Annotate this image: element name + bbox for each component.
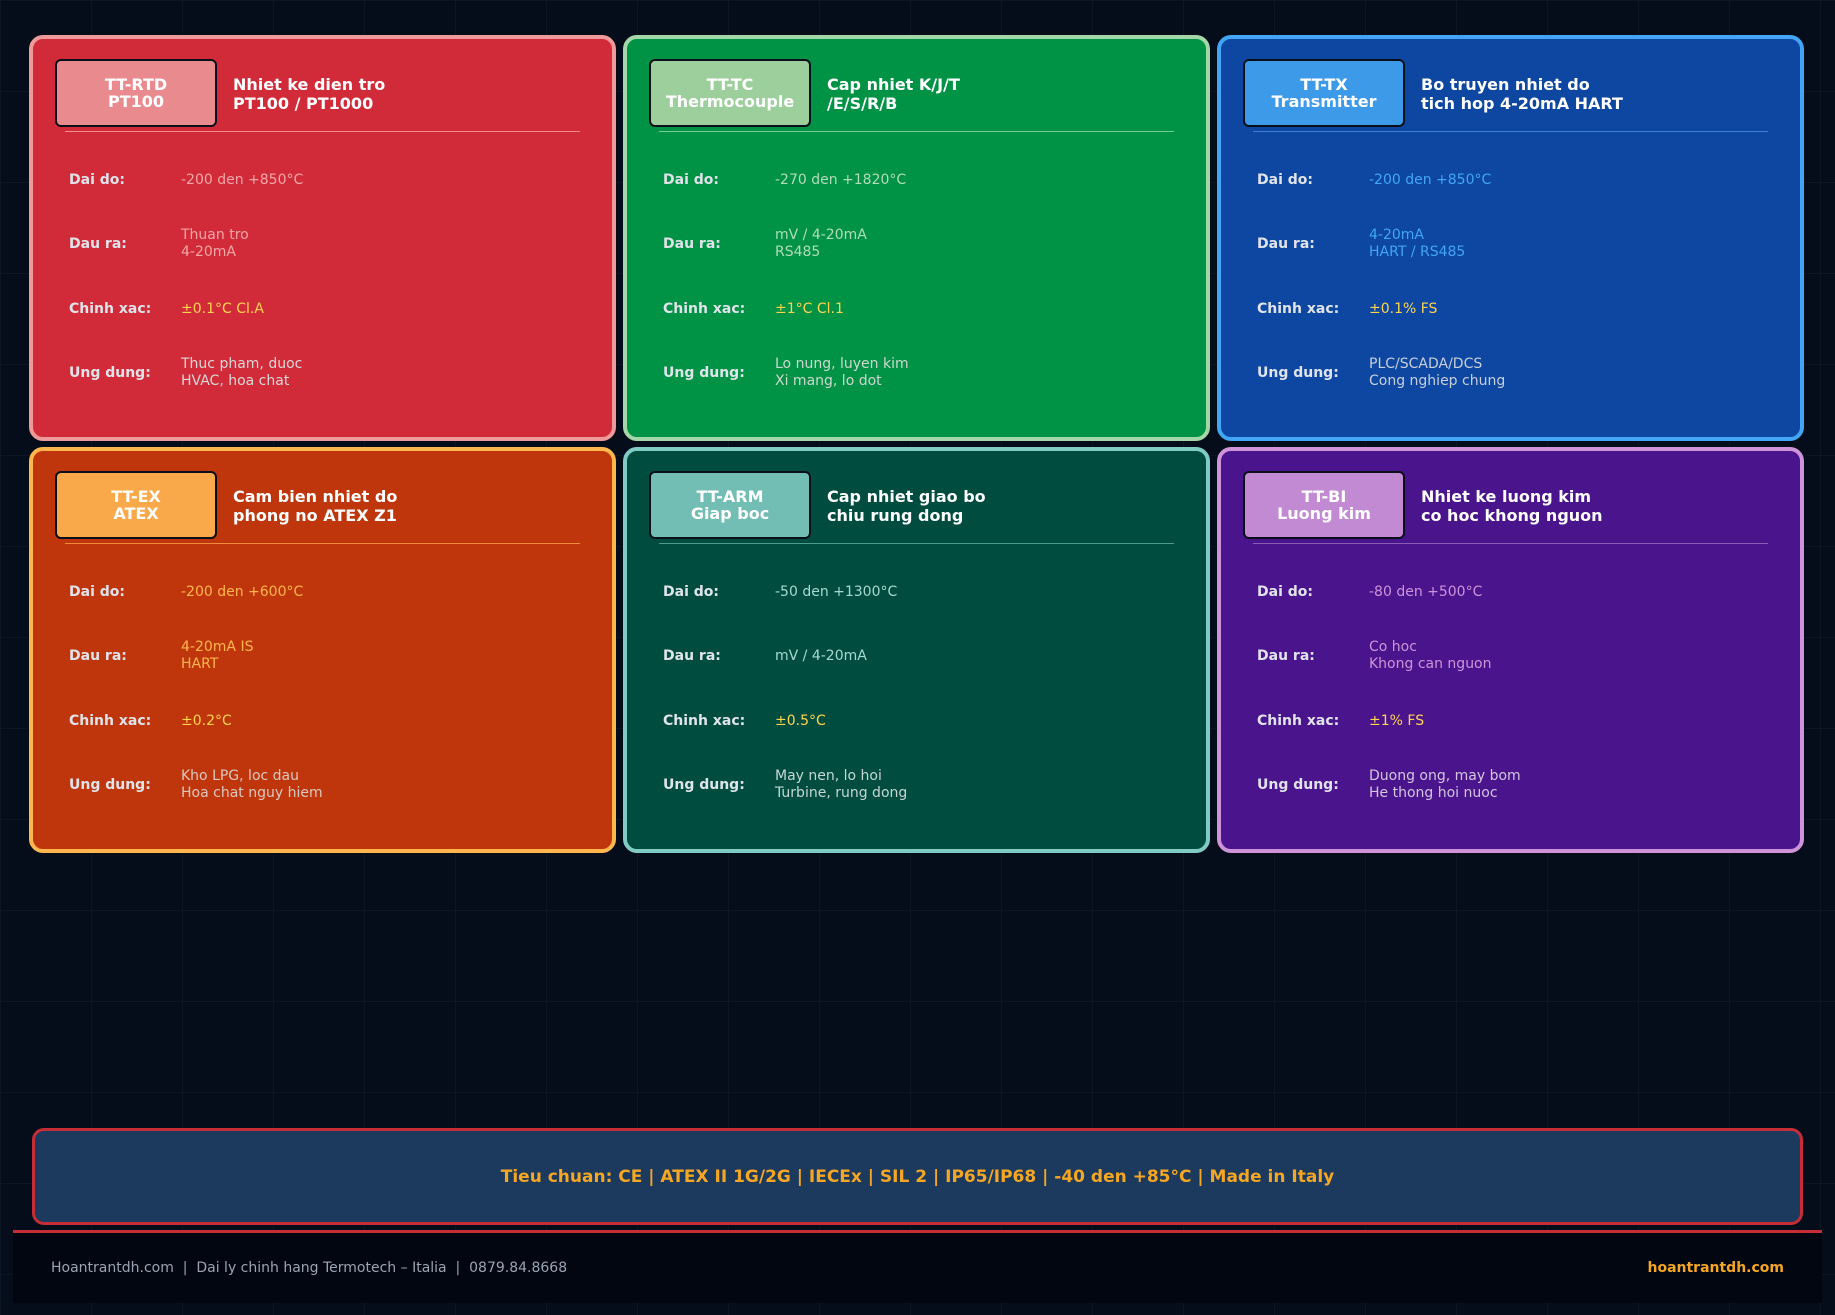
product-code: TT-ARM — [696, 487, 764, 506]
product-type: Transmitter — [1271, 92, 1377, 111]
spec-row-range: Dai do: -270 den +1820°C — [663, 171, 907, 189]
spec-value: -200 den +850°C — [1369, 171, 1492, 188]
spec-value: Co hoc Khong can nguon — [1369, 639, 1492, 672]
product-type: PT100 — [107, 92, 165, 111]
spec-value: Thuan tro 4-20mA — [181, 227, 249, 260]
spec-row-accuracy: Chinh xac: ±0.5°C — [663, 712, 826, 730]
spec-value: 4-20mA HART / RS485 — [1369, 227, 1466, 260]
spec-row-accuracy: Chinh xac: ±0.1°C Cl.A — [69, 300, 264, 318]
spec-value: ±0.5°C — [775, 712, 826, 729]
product-card-tc: TT-TC Thermocouple Cap nhiet K/J/T /E/S/… — [623, 35, 1210, 441]
product-code-badge: TT-RTD PT100 — [55, 59, 217, 127]
product-title: Cap nhiet K/J/T /E/S/R/B — [827, 75, 960, 113]
product-code-badge: TT-TC Thermocouple — [649, 59, 811, 127]
product-title: Cam bien nhiet do phong no ATEX Z1 — [233, 487, 398, 525]
divider — [65, 131, 580, 132]
spec-value: Duong ong, may bom He thong hoi nuoc — [1369, 768, 1521, 801]
divider — [1253, 543, 1768, 544]
spec-row-output: Dau ra: mV / 4-20mA — [663, 647, 867, 665]
product-card-rtd: TT-RTD PT100 Nhiet ke dien tro PT100 / P… — [29, 35, 616, 441]
footer-bar: Hoantrantdh.com | Dai ly chinh hang Term… — [13, 1233, 1822, 1303]
spec-row-range: Dai do: -200 den +850°C — [69, 171, 304, 189]
spec-value: -200 den +850°C — [181, 171, 304, 188]
product-title: Nhiet ke luong kim co hoc khong nguon — [1421, 487, 1603, 525]
spec-value: PLC/SCADA/DCS Cong nghiep chung — [1369, 356, 1506, 389]
spec-row-accuracy: Chinh xac: ±1°C Cl.1 — [663, 300, 844, 318]
spec-row-output: Dau ra: mV / 4-20mA RS485 — [663, 227, 867, 260]
product-code: TT-EX — [111, 487, 161, 506]
spec-value: ±0.1% FS — [1369, 300, 1438, 317]
spec-row-output: Dau ra: Thuan tro 4-20mA — [69, 227, 249, 260]
spec-row-range: Dai do: -200 den +600°C — [69, 583, 304, 601]
spec-value: May nen, lo hoi Turbine, rung dong — [775, 768, 908, 801]
product-card-armored: TT-ARM Giap boc Cap nhiet giao bo chiu r… — [623, 447, 1210, 853]
spec-value: ±0.1°C Cl.A — [181, 300, 264, 317]
product-card-atex: TT-EX ATEX Cam bien nhiet do phong no AT… — [29, 447, 616, 853]
spec-value: Kho LPG, loc dau Hoa chat nguy hiem — [181, 768, 323, 801]
spec-value: ±1% FS — [1369, 712, 1425, 729]
spec-row-application: Ung dung: PLC/SCADA/DCS Cong nghiep chung — [1257, 356, 1506, 389]
divider — [1253, 131, 1768, 132]
spec-value: -270 den +1820°C — [775, 171, 907, 188]
spec-row-application: Ung dung: May nen, lo hoi Turbine, rung d… — [663, 768, 908, 801]
standards-text: Tieu chuan: CE | ATEX II 1G/2G | IECEx |… — [500, 1166, 1335, 1187]
spec-value: ±1°C Cl.1 — [775, 300, 844, 317]
spec-value: mV / 4-20mA — [775, 647, 867, 664]
product-code-badge: TT-EX ATEX — [55, 471, 217, 539]
product-card-transmitter: TT-TX Transmitter Bo truyen nhiet do tic… — [1217, 35, 1804, 441]
divider — [65, 543, 580, 544]
spec-value: Thuc pham, duoc HVAC, hoa chat — [181, 356, 303, 389]
footer-site-link[interactable]: hoantrantdh.com — [1647, 1260, 1784, 1276]
spec-row-output: Dau ra: Co hoc Khong can nguon — [1257, 639, 1492, 672]
spec-value: mV / 4-20mA RS485 — [775, 227, 867, 260]
spec-row-output: Dau ra: 4-20mA HART / RS485 — [1257, 227, 1466, 260]
product-type: ATEX — [113, 504, 159, 523]
spec-row-accuracy: Chinh xac: ±0.1% FS — [1257, 300, 1438, 318]
divider — [659, 543, 1174, 544]
spec-row-application: Ung dung: Kho LPG, loc dau Hoa chat nguy … — [69, 768, 323, 801]
footer-contact: Hoantrantdh.com | Dai ly chinh hang Term… — [51, 1260, 568, 1276]
spec-row-application: Ung dung: Duong ong, may bom He thong hoi… — [1257, 768, 1521, 801]
spec-row-accuracy: Chinh xac: ±1% FS — [1257, 712, 1425, 730]
product-type: Luong kim — [1277, 504, 1371, 523]
product-title: Cap nhiet giao bo chiu rung dong — [827, 487, 986, 525]
spec-row-range: Dai do: -80 den +500°C — [1257, 583, 1483, 601]
product-code: TT-TX — [1300, 75, 1348, 94]
product-type: Giap boc — [690, 504, 770, 523]
spec-value: 4-20mA IS HART — [181, 639, 254, 672]
spec-row-application: Ung dung: Lo nung, luyen kim Xi mang, lo … — [663, 356, 909, 389]
spec-row-application: Ung dung: Thuc pham, duoc HVAC, hoa chat — [69, 356, 303, 389]
divider — [659, 131, 1174, 132]
product-code: TT-RTD — [104, 75, 168, 94]
product-type: Thermocouple — [665, 92, 795, 111]
spec-row-accuracy: Chinh xac: ±0.2°C — [69, 712, 232, 730]
standards-banner: Tieu chuan: CE | ATEX II 1G/2G | IECEx |… — [32, 1128, 1803, 1225]
spec-row-range: Dai do: -50 den +1300°C — [663, 583, 898, 601]
product-code: TT-TC — [706, 75, 754, 94]
spec-row-output: Dau ra: 4-20mA IS HART — [69, 639, 254, 672]
spec-value: Lo nung, luyen kim Xi mang, lo dot — [775, 356, 909, 389]
spec-value: -200 den +600°C — [181, 583, 304, 600]
product-code-badge: TT-ARM Giap boc — [649, 471, 811, 539]
product-code-badge: TT-BI Luong kim — [1243, 471, 1405, 539]
product-title: Bo truyen nhiet do tich hop 4-20mA HART — [1421, 75, 1623, 113]
product-code: TT-BI — [1301, 487, 1347, 506]
spec-row-range: Dai do: -200 den +850°C — [1257, 171, 1492, 189]
product-title: Nhiet ke dien tro PT100 / PT1000 — [233, 75, 386, 113]
product-card-bimetal: TT-BI Luong kim Nhiet ke luong kim co ho… — [1217, 447, 1804, 853]
spec-value: -50 den +1300°C — [775, 583, 898, 600]
spec-value: ±0.2°C — [181, 712, 232, 729]
spec-value: -80 den +500°C — [1369, 583, 1483, 600]
product-code-badge: TT-TX Transmitter — [1243, 59, 1405, 127]
